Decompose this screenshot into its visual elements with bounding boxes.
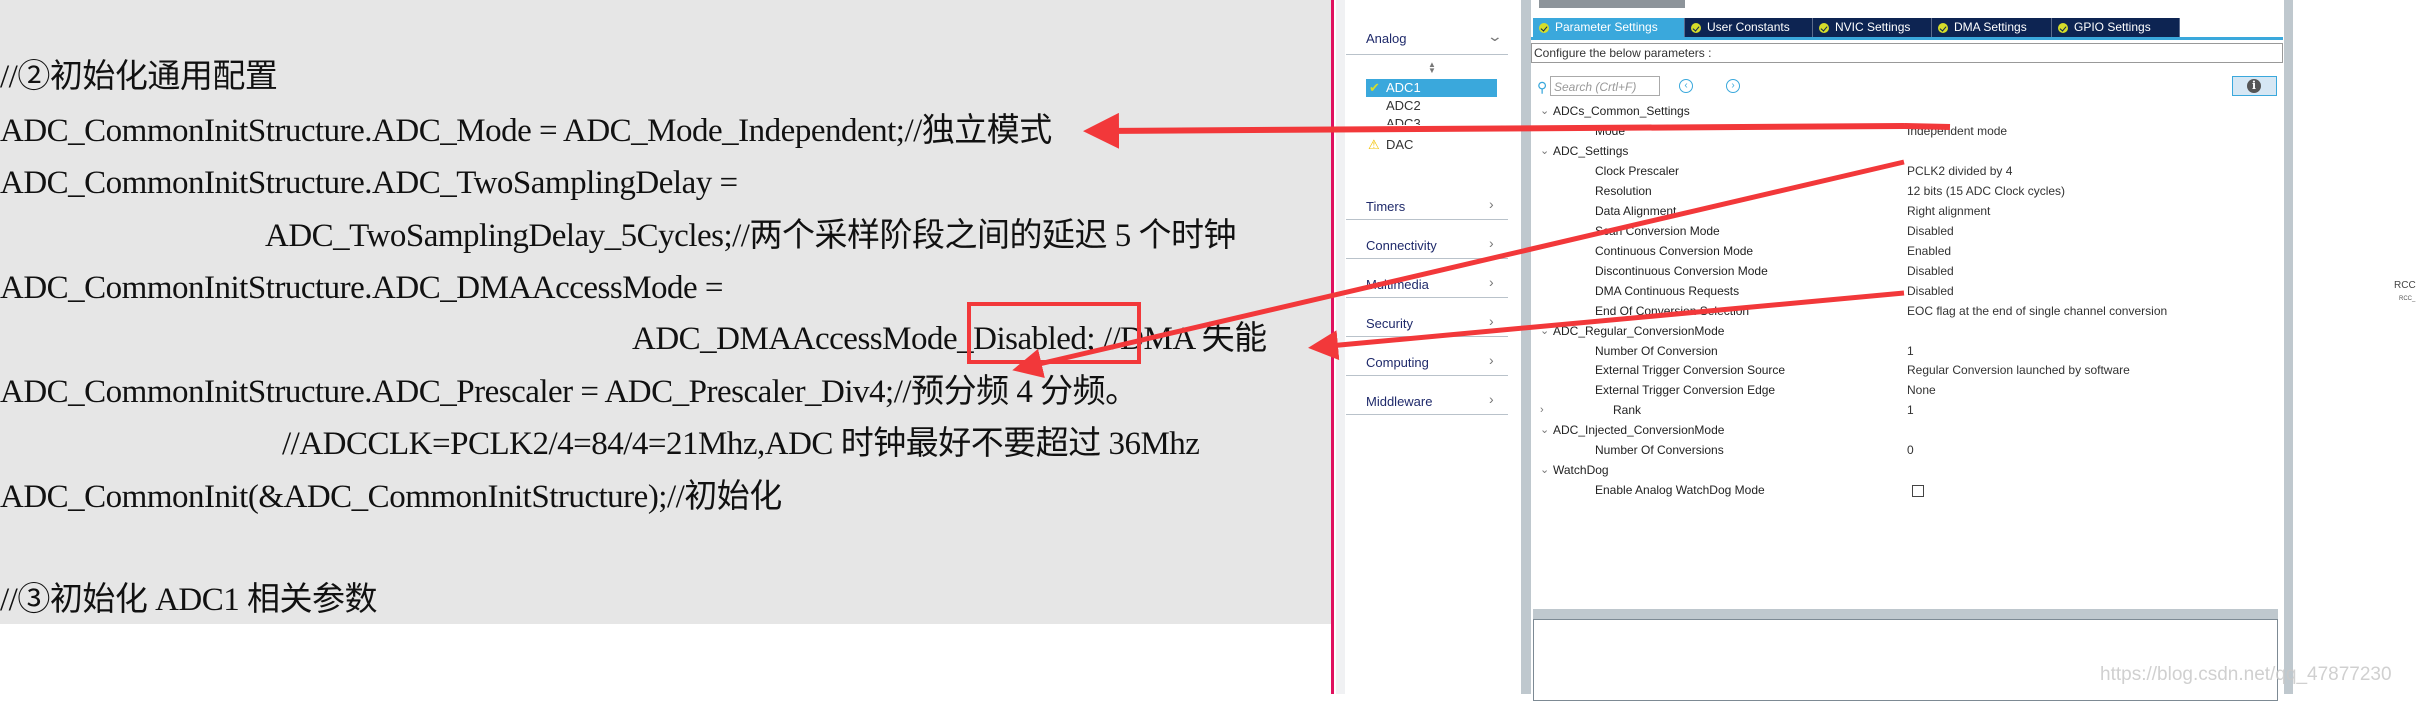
annotation-arrows [1012,0,1951,379]
arrow-mode [1095,126,1951,131]
arrow-dma [1308,290,1905,361]
arrow-prescaler [1012,159,1905,379]
